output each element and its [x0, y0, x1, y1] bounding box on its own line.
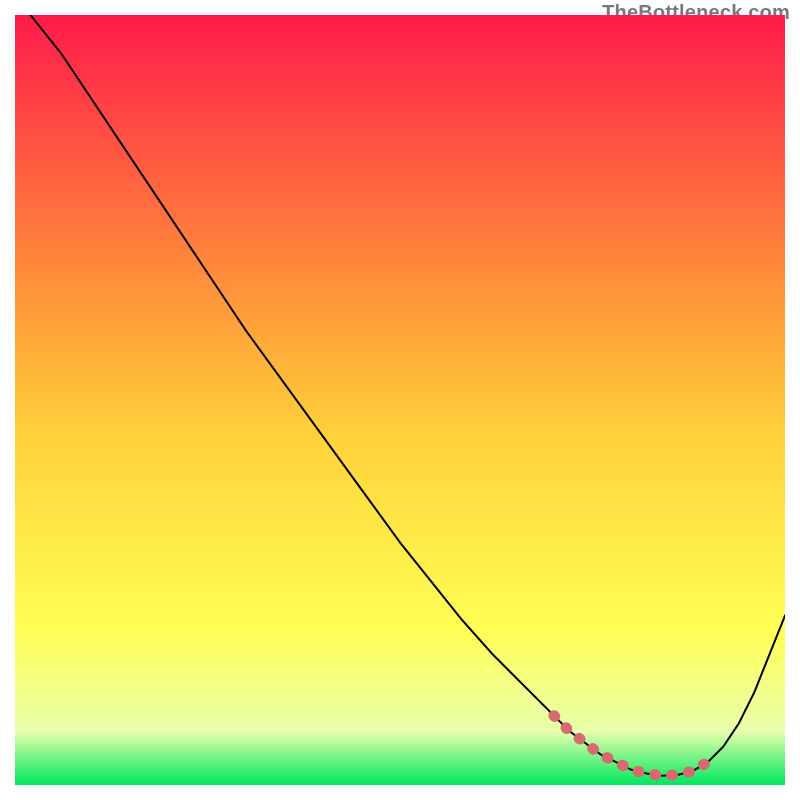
bottleneck-chart [15, 15, 785, 785]
gradient-background [15, 15, 785, 785]
